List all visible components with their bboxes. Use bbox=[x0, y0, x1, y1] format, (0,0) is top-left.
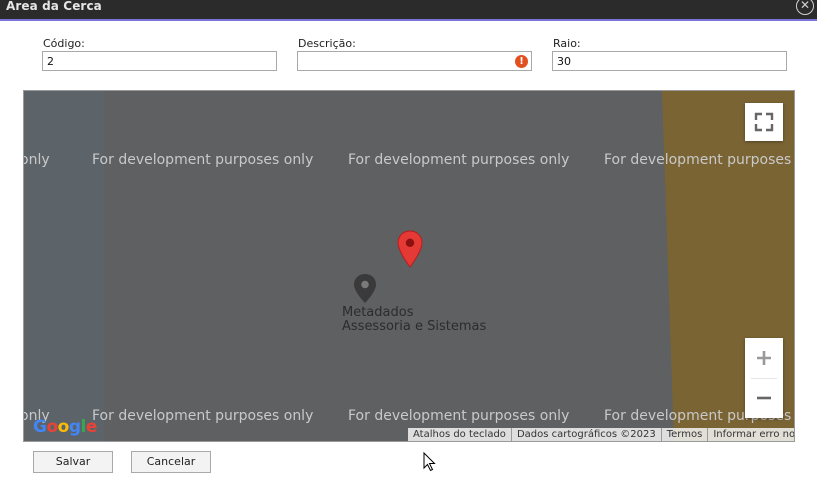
window-title: Área da Cerca bbox=[6, 0, 102, 13]
map-data-label: Dados cartográficos ©2023 bbox=[510, 428, 661, 441]
codigo-label: Código: bbox=[43, 37, 85, 50]
watermark-text: only bbox=[24, 152, 50, 168]
report-error-link[interactable]: Informar erro no mapa bbox=[707, 428, 794, 441]
watermark-text: For development purposes only bbox=[92, 152, 314, 168]
watermark-text: For development purposes only bbox=[348, 408, 570, 424]
save-button[interactable]: Salvar bbox=[33, 451, 113, 473]
close-icon[interactable]: ✕ bbox=[796, 0, 814, 15]
cancel-button[interactable]: Cancelar bbox=[131, 451, 211, 473]
minus-icon bbox=[757, 396, 771, 400]
google-logo: Google bbox=[33, 417, 97, 437]
keyboard-shortcuts-link[interactable]: Atalhos do teclado bbox=[408, 428, 511, 441]
plus-icon bbox=[757, 351, 771, 365]
fullscreen-button[interactable] bbox=[745, 103, 783, 141]
watermark-text: For development purposes o bbox=[604, 152, 795, 168]
fullscreen-icon bbox=[754, 112, 774, 132]
map-attribution: Atalhos do teclado Dados cartográficos ©… bbox=[408, 428, 794, 441]
map-view[interactable]: only For development purposes only For d… bbox=[23, 90, 795, 442]
zoom-out-button[interactable] bbox=[745, 378, 783, 418]
mouse-cursor-icon bbox=[423, 452, 436, 472]
warning-icon: ! bbox=[515, 55, 528, 68]
location-marker-icon[interactable] bbox=[396, 230, 424, 268]
terms-link[interactable]: Termos bbox=[660, 428, 708, 441]
zoom-in-button[interactable] bbox=[745, 338, 783, 378]
descricao-input[interactable] bbox=[297, 51, 532, 71]
watermark-text: For development purposes only bbox=[348, 152, 570, 168]
raio-input[interactable] bbox=[552, 51, 787, 71]
descricao-label: Descrição: bbox=[298, 37, 356, 50]
place-name: Metadados Assessoria e Sistemas bbox=[342, 305, 487, 334]
watermark-text: For development purposes only bbox=[92, 408, 314, 424]
codigo-input[interactable] bbox=[42, 51, 277, 71]
window-titlebar: Área da Cerca ✕ bbox=[0, 0, 817, 21]
place-marker-icon[interactable] bbox=[352, 273, 378, 305]
map-left-area bbox=[24, 91, 104, 441]
zoom-controls bbox=[745, 338, 783, 418]
raio-label: Raio: bbox=[553, 37, 581, 50]
